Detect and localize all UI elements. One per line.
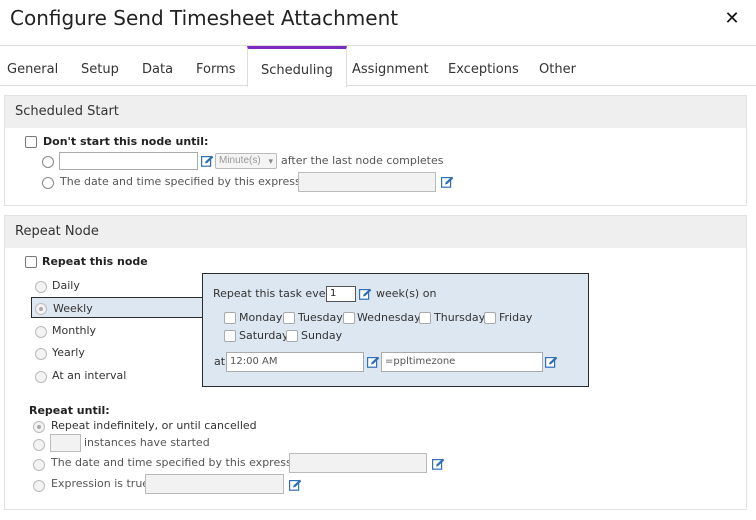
section-title: Repeat Node xyxy=(5,216,746,248)
tab-scheduling[interactable]: Scheduling xyxy=(247,46,347,87)
edit-icon[interactable] xyxy=(201,155,214,167)
start-expression-input[interactable] xyxy=(298,172,436,192)
weekly-radio[interactable] xyxy=(35,303,47,315)
after-label: after the last node completes xyxy=(281,154,444,167)
edit-icon[interactable] xyxy=(367,356,380,368)
edit-icon[interactable] xyxy=(289,479,302,491)
dialog-title: Configure Send Timesheet Attachment xyxy=(10,6,399,30)
tuesday-label: Tuesday xyxy=(298,311,343,324)
offset-unit-value: Minute(s) xyxy=(219,155,261,166)
close-icon[interactable]: ✕ xyxy=(722,8,742,28)
interval-radio[interactable] xyxy=(35,371,47,383)
weeks-on-label: week(s) on xyxy=(376,287,437,300)
start-expression-radio[interactable] xyxy=(42,177,54,189)
expression-true-radio[interactable] xyxy=(33,480,45,492)
start-expression-label: The date and time specified by this expr… xyxy=(60,175,322,188)
repeat-node-label: Repeat this node xyxy=(42,255,148,268)
monthly-label: Monthly xyxy=(52,324,97,337)
until-expression-label: The date and time specified by this expr… xyxy=(51,456,313,469)
tuesday-checkbox[interactable] xyxy=(283,312,295,324)
saturday-label: Saturday xyxy=(239,329,289,342)
sunday-label: Sunday xyxy=(301,329,343,342)
instances-label: instances have started xyxy=(84,436,210,449)
edit-icon[interactable] xyxy=(432,458,445,470)
timezone-input[interactable]: =ppltimezone xyxy=(381,352,543,372)
dialog-header: Configure Send Timesheet Attachment ✕ xyxy=(0,0,756,46)
friday-label: Friday xyxy=(499,311,533,324)
instances-input[interactable] xyxy=(50,434,81,452)
thursday-checkbox[interactable] xyxy=(419,312,431,324)
tab-setup[interactable]: Setup xyxy=(75,46,125,86)
tab-bar: General Setup Data Forms Scheduling Assi… xyxy=(0,46,756,87)
saturday-checkbox[interactable] xyxy=(224,330,236,342)
friday-checkbox[interactable] xyxy=(484,312,496,324)
yearly-label: Yearly xyxy=(52,346,85,359)
instances-radio[interactable] xyxy=(33,439,45,451)
daily-label: Daily xyxy=(52,279,80,292)
time-input[interactable]: 12:00 AM xyxy=(226,352,364,372)
repeat-until-label: Repeat until: xyxy=(29,404,110,417)
until-expression-radio[interactable] xyxy=(33,459,45,471)
edit-icon[interactable] xyxy=(441,176,454,188)
monthly-radio[interactable] xyxy=(35,326,47,338)
at-label: at xyxy=(214,355,226,368)
offset-radio[interactable] xyxy=(42,156,54,168)
weekly-label: Weekly xyxy=(53,302,93,315)
thursday-label: Thursday xyxy=(434,311,486,324)
dont-start-label: Don't start this node until: xyxy=(43,135,209,148)
wednesday-checkbox[interactable] xyxy=(343,312,355,324)
tab-data[interactable]: Data xyxy=(136,46,179,86)
tab-other[interactable]: Other xyxy=(533,46,582,86)
dont-start-checkbox[interactable] xyxy=(25,136,37,148)
offset-unit-select[interactable]: Minute(s) ▾ xyxy=(215,153,277,169)
daily-radio[interactable] xyxy=(35,281,47,293)
sunday-checkbox[interactable] xyxy=(286,330,298,342)
monday-label: Monday xyxy=(239,311,283,324)
repeat-indefinitely-label: Repeat indefinitely, or until cancelled xyxy=(51,419,257,432)
edit-icon[interactable] xyxy=(359,288,372,300)
tab-general[interactable]: General xyxy=(1,46,64,86)
repeat-indefinitely-radio[interactable] xyxy=(33,421,45,433)
section-title: Scheduled Start xyxy=(5,96,746,128)
yearly-radio[interactable] xyxy=(35,348,47,360)
interval-label: At an interval xyxy=(52,369,127,382)
tab-exceptions[interactable]: Exceptions xyxy=(442,46,525,86)
repeat-every-label: Repeat this task every xyxy=(213,287,337,300)
expression-true-input[interactable] xyxy=(145,474,284,494)
offset-amount-input[interactable] xyxy=(59,152,198,170)
tab-forms[interactable]: Forms xyxy=(190,46,242,86)
edit-icon[interactable] xyxy=(545,356,558,368)
monday-checkbox[interactable] xyxy=(224,312,236,324)
wednesday-label: Wednesday xyxy=(357,311,421,324)
tab-assignment[interactable]: Assignment xyxy=(346,46,435,86)
week-interval-input[interactable]: 1 xyxy=(326,286,356,302)
expression-true-label: Expression is true: xyxy=(51,477,153,490)
until-expression-input[interactable] xyxy=(289,453,427,473)
repeat-node-checkbox[interactable] xyxy=(25,256,37,268)
